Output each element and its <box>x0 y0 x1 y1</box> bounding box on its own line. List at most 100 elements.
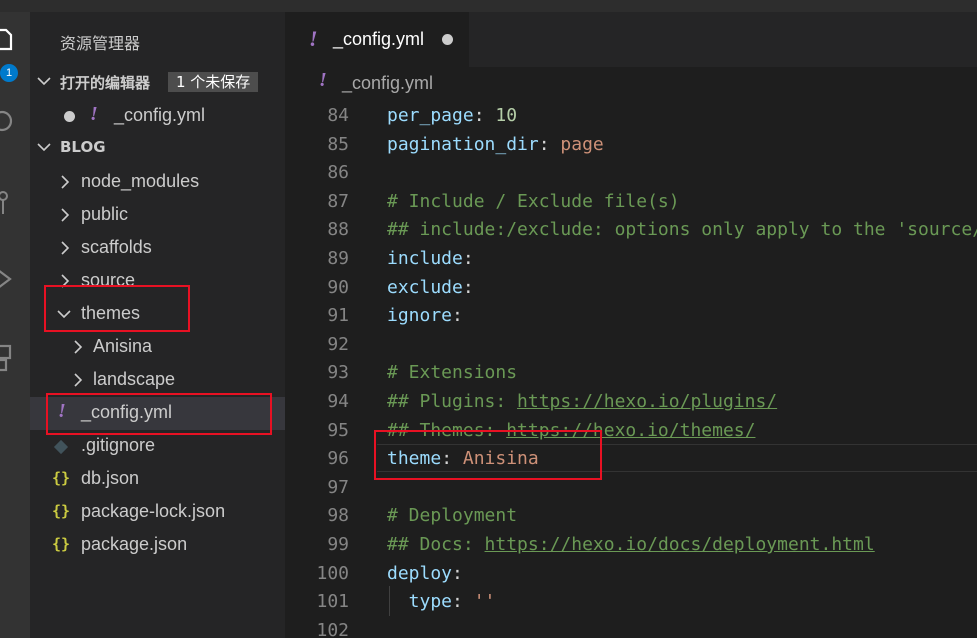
code-content: ignore: <box>387 305 463 326</box>
comment-link[interactable]: https://hexo.io/docs/deployment.html <box>485 534 875 555</box>
code-line[interactable]: 100 deploy: <box>285 560 977 588</box>
activity-bar: 1 <box>0 12 30 638</box>
code-line[interactable]: 99 ## Docs: https://hexo.io/docs/deployme… <box>285 531 977 559</box>
yaml-separator: : <box>538 133 561 155</box>
yaml-comment: ## Plugins: <box>387 391 518 412</box>
yaml-key: pagination_dir <box>387 133 539 155</box>
yaml-comment: # Include / Exclude file(s) <box>387 190 680 212</box>
code-editor[interactable]: 84 per_page: 10 85 pagination_dir: page 86 87… <box>285 99 977 638</box>
blog-section-header[interactable]: BLOG <box>30 133 285 163</box>
tree-folder-public[interactable]: public <box>30 199 285 232</box>
git-file-icon <box>53 439 69 455</box>
project-label: BLOG <box>60 138 106 156</box>
yaml-separator: : <box>473 105 496 126</box>
code-line[interactable]: 93 # Extensions <box>285 359 977 387</box>
tab-label: _config.yml <box>333 29 425 49</box>
line-number: 94 <box>327 391 349 412</box>
code-line[interactable]: 87 # Include / Exclude file(s) <box>285 188 977 216</box>
yaml-key: type <box>387 591 453 613</box>
tree-label: public <box>81 204 129 224</box>
json-file-icon: {} <box>52 502 71 520</box>
code-line[interactable]: 88 ## include:/exclude: options only appl… <box>285 216 977 244</box>
code-line[interactable]: 92 <box>285 331 977 359</box>
title-strip <box>0 0 977 12</box>
line-number: 99 <box>327 534 349 555</box>
yaml-comment: ## Docs: <box>387 534 485 555</box>
tab-config-yml[interactable]: ! _config.yml <box>285 12 469 67</box>
code-line[interactable]: 85 pagination_dir: page <box>285 131 977 159</box>
tree-label: package.json <box>81 534 188 554</box>
yaml-separator: : <box>462 276 474 298</box>
annotation-box-themes <box>44 285 190 332</box>
code-line[interactable]: 90 exclude: <box>285 274 977 302</box>
unsaved-dot-icon[interactable] <box>442 34 453 45</box>
json-file-icon: {} <box>52 535 71 553</box>
code-line[interactable]: 91 ignore: <box>285 302 977 330</box>
yaml-separator: : <box>462 248 474 269</box>
explorer-icon[interactable] <box>0 26 30 60</box>
source-control-icon[interactable] <box>0 184 30 218</box>
chevron-right-icon <box>74 340 83 354</box>
yaml-separator: : <box>452 591 474 613</box>
tree-label: node_modules <box>81 171 200 191</box>
yaml-value: '' <box>473 591 496 613</box>
unsaved-count-badge: 1 <box>0 64 18 82</box>
tree-file-package-lock-json[interactable]: {} package-lock.json <box>30 496 285 529</box>
chevron-right-icon <box>74 373 83 387</box>
yaml-comment: # Extensions <box>387 362 518 384</box>
extensions-icon[interactable] <box>0 342 30 376</box>
unsaved-dot-icon[interactable] <box>64 111 75 122</box>
line-number: 86 <box>327 162 349 184</box>
code-content: pagination_dir: page <box>387 134 604 155</box>
code-line[interactable]: 102 <box>285 617 977 638</box>
yaml-file-icon: ! <box>90 103 98 125</box>
breadcrumb-item[interactable]: _config.yml <box>342 73 433 94</box>
yaml-comment: ## include:/exclude: options only apply … <box>387 219 977 241</box>
tree-folder-node-modules[interactable]: node_modules <box>30 166 285 199</box>
line-number: 98 <box>327 505 349 527</box>
code-content: type: '' <box>387 591 496 613</box>
yaml-value: 10 <box>495 105 518 126</box>
yaml-separator: : <box>452 305 463 327</box>
line-number: 87 <box>327 190 349 212</box>
tree-label: scaffolds <box>81 237 152 257</box>
tree-folder-anisina[interactable]: Anisina <box>30 331 285 364</box>
yaml-key: per_page <box>387 105 474 126</box>
search-icon[interactable] <box>0 104 30 138</box>
json-file-icon: {} <box>52 469 71 487</box>
debug-icon[interactable] <box>0 262 30 296</box>
code-content: ## include:/exclude: options only apply … <box>387 219 977 240</box>
line-number: 96 <box>327 448 349 470</box>
code-line[interactable]: 86 <box>285 159 977 187</box>
line-number: 89 <box>327 248 349 269</box>
comment-link[interactable]: https://hexo.io/plugins/ <box>517 391 777 412</box>
tree-file-db-json[interactable]: {} db.json <box>30 463 285 496</box>
line-number: 102 <box>316 619 349 638</box>
tree-label: package-lock.json <box>81 501 226 521</box>
code-line[interactable]: 101 type: '' <box>285 588 977 616</box>
open-editor-label: _config.yml <box>114 105 206 125</box>
tree-file-package-json[interactable]: {} package.json <box>30 529 285 562</box>
code-line[interactable]: 94 ## Plugins: https://hexo.io/plugins/ <box>285 388 977 416</box>
open-editors-section-header[interactable]: 打开的编辑器 1 个未保存 <box>30 67 285 97</box>
tree-folder-scaffolds[interactable]: scaffolds <box>30 232 285 265</box>
code-content: include: <box>387 248 474 269</box>
tree-label: landscape <box>93 369 176 389</box>
yaml-key: include <box>387 248 463 269</box>
code-line[interactable]: 89 include: <box>285 245 977 273</box>
line-number: 85 <box>327 133 349 155</box>
explorer-title: 资源管理器 <box>60 34 141 53</box>
yaml-value: page <box>560 133 604 155</box>
line-number: 97 <box>327 476 349 498</box>
code-line[interactable]: 98 # Deployment <box>285 502 977 530</box>
line-number: 93 <box>327 362 349 384</box>
annotation-box-theme-line <box>374 430 602 480</box>
yaml-separator: : <box>452 562 463 584</box>
chevron-down-icon <box>37 77 51 86</box>
yaml-file-icon: ! <box>309 26 318 51</box>
breadcrumb: ! _config.yml <box>285 67 977 99</box>
code-content: deploy: <box>387 563 463 584</box>
line-number: 91 <box>327 305 349 327</box>
code-line[interactable]: 84 per_page: 10 <box>285 102 977 130</box>
open-editor-item-config[interactable]: ! _config.yml <box>30 100 285 133</box>
